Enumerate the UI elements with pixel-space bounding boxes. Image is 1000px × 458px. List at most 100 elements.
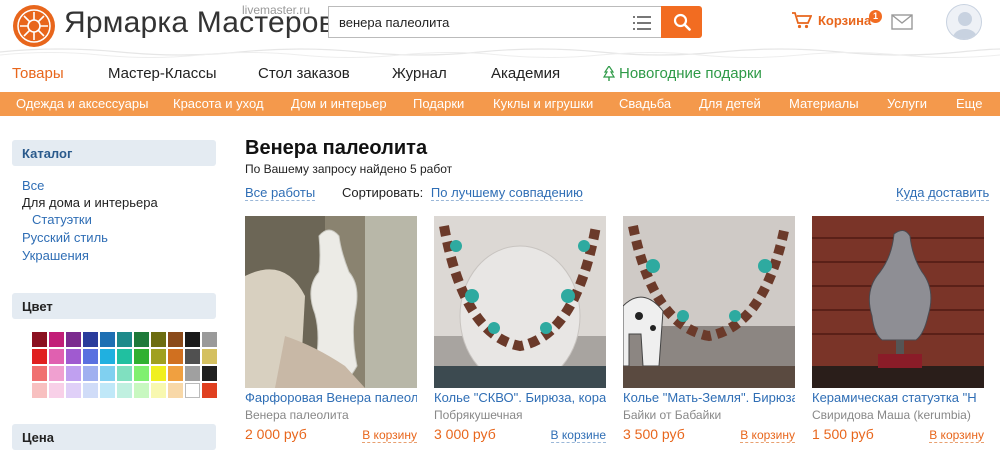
- catalog-link-all[interactable]: Все: [22, 178, 44, 193]
- product-photo[interactable]: [434, 216, 606, 388]
- list-icon[interactable]: [633, 16, 651, 30]
- product-name[interactable]: Керамическая статуэтка "Н: [812, 390, 984, 407]
- color-swatch[interactable]: [32, 349, 47, 364]
- shop-name[interactable]: Байки от Бабайки: [623, 408, 795, 426]
- color-swatch[interactable]: [66, 383, 81, 398]
- catalog-link-russian-style[interactable]: Русский стиль: [22, 230, 108, 245]
- color-swatch[interactable]: [83, 366, 98, 381]
- cart-link[interactable]: Корзина: [792, 12, 871, 29]
- category-materials[interactable]: Материалы: [789, 96, 859, 111]
- color-swatch[interactable]: [185, 349, 200, 364]
- color-swatch[interactable]: [134, 366, 149, 381]
- color-swatch[interactable]: [134, 349, 149, 364]
- color-swatch[interactable]: [32, 332, 47, 347]
- add-to-cart-button[interactable]: В корзину: [740, 428, 795, 443]
- color-swatch[interactable]: [168, 349, 183, 364]
- color-swatch[interactable]: [202, 349, 217, 364]
- color-swatch[interactable]: [151, 332, 166, 347]
- color-swatch[interactable]: [151, 383, 166, 398]
- color-swatch[interactable]: [100, 349, 115, 364]
- color-swatch[interactable]: [66, 349, 81, 364]
- shop-name[interactable]: Венера палеолита: [245, 408, 417, 426]
- color-swatch[interactable]: [117, 383, 132, 398]
- search-input[interactable]: [329, 7, 609, 37]
- product-card: Керамическая статуэтка "Н Свиридова Маша…: [812, 216, 984, 443]
- color-swatch[interactable]: [185, 366, 200, 381]
- cart-count-badge: 1: [869, 10, 882, 23]
- color-swatch[interactable]: [117, 332, 132, 347]
- add-to-cart-button[interactable]: В корзину: [929, 428, 984, 443]
- product-name[interactable]: Колье "СКВО". Бирюза, кораллы: [434, 390, 606, 407]
- product-name[interactable]: Колье "Мать-Земля". Бирюза: [623, 390, 795, 407]
- shop-name[interactable]: Побрякушечная: [434, 408, 606, 426]
- color-swatch[interactable]: [134, 332, 149, 347]
- color-swatch[interactable]: [83, 349, 98, 364]
- color-swatch[interactable]: [32, 383, 47, 398]
- nav-journal[interactable]: Журнал: [392, 65, 447, 82]
- avatar[interactable]: [946, 4, 982, 40]
- color-swatch[interactable]: [66, 332, 81, 347]
- color-swatch[interactable]: [100, 383, 115, 398]
- nav-order-table[interactable]: Стол заказов: [258, 65, 350, 82]
- color-swatch[interactable]: [202, 366, 217, 381]
- color-swatch[interactable]: [49, 349, 64, 364]
- product-card: Колье "СКВО". Бирюза, кораллы Побрякушеч…: [434, 216, 606, 443]
- color-swatch[interactable]: [151, 349, 166, 364]
- product-photo[interactable]: [812, 216, 984, 388]
- nav-goods[interactable]: Товары: [12, 65, 64, 82]
- color-swatch[interactable]: [49, 332, 64, 347]
- product-photo[interactable]: [245, 216, 417, 388]
- color-swatch[interactable]: [151, 366, 166, 381]
- catalog-link-statuettes[interactable]: Статуэтки: [32, 212, 92, 227]
- mail-icon[interactable]: [891, 14, 913, 30]
- cart-label: Корзина: [818, 13, 872, 28]
- color-swatch[interactable]: [202, 383, 217, 398]
- color-swatch[interactable]: [134, 383, 149, 398]
- product-name[interactable]: Фарфоровая Венера палеолита: [245, 390, 417, 407]
- color-swatch[interactable]: [185, 332, 200, 347]
- color-swatch[interactable]: [32, 366, 47, 381]
- shop-name[interactable]: Свиридова Маша (kerumbia): [812, 408, 984, 426]
- results-count: По Вашему запросу найдено 5 работ: [245, 162, 453, 176]
- color-swatch[interactable]: [49, 383, 64, 398]
- color-swatch[interactable]: [100, 332, 115, 347]
- catalog-link-jewelry[interactable]: Украшения: [22, 248, 89, 263]
- color-swatches: [32, 332, 217, 398]
- product-photo[interactable]: [623, 216, 795, 388]
- nav-master-classes[interactable]: Мастер-Классы: [108, 65, 217, 82]
- color-swatch[interactable]: [100, 366, 115, 381]
- logo-sun-icon[interactable]: [12, 4, 56, 48]
- category-services[interactable]: Услуги: [887, 96, 927, 111]
- category-more[interactable]: Еще: [956, 96, 982, 111]
- category-clothing[interactable]: Одежда и аксессуары: [16, 96, 148, 111]
- product-price: 3 500 руб: [623, 426, 685, 442]
- color-swatch[interactable]: [168, 383, 183, 398]
- color-swatch[interactable]: [117, 366, 132, 381]
- color-swatch[interactable]: [117, 349, 132, 364]
- color-swatch[interactable]: [83, 332, 98, 347]
- nav-academy[interactable]: Академия: [491, 65, 560, 82]
- category-wedding[interactable]: Свадьба: [619, 96, 671, 111]
- sort-select[interactable]: По лучшему совпадению: [430, 185, 583, 201]
- category-home[interactable]: Дом и интерьер: [291, 96, 387, 111]
- search-button[interactable]: [661, 6, 702, 38]
- search-icon: [673, 13, 691, 31]
- all-works-link[interactable]: Все работы: [245, 185, 316, 201]
- delivery-link[interactable]: Куда доставить: [896, 185, 990, 201]
- category-beauty[interactable]: Красота и уход: [173, 96, 264, 111]
- nav-new-year-gifts[interactable]: Новогодние подарки: [619, 65, 762, 82]
- color-swatch[interactable]: [185, 383, 200, 398]
- color-swatch[interactable]: [168, 332, 183, 347]
- in-cart-button[interactable]: В корзине: [550, 428, 606, 443]
- catalog-link-home[interactable]: Для дома и интерьера: [22, 195, 158, 210]
- category-gifts[interactable]: Подарки: [413, 96, 464, 111]
- color-swatch[interactable]: [66, 366, 81, 381]
- category-kids[interactable]: Для детей: [699, 96, 761, 111]
- category-dolls[interactable]: Куклы и игрушки: [493, 96, 593, 111]
- color-swatch[interactable]: [168, 366, 183, 381]
- product-price: 1 500 руб: [812, 426, 874, 442]
- color-swatch[interactable]: [49, 366, 64, 381]
- color-swatch[interactable]: [202, 332, 217, 347]
- color-swatch[interactable]: [83, 383, 98, 398]
- add-to-cart-button[interactable]: В корзину: [362, 428, 417, 443]
